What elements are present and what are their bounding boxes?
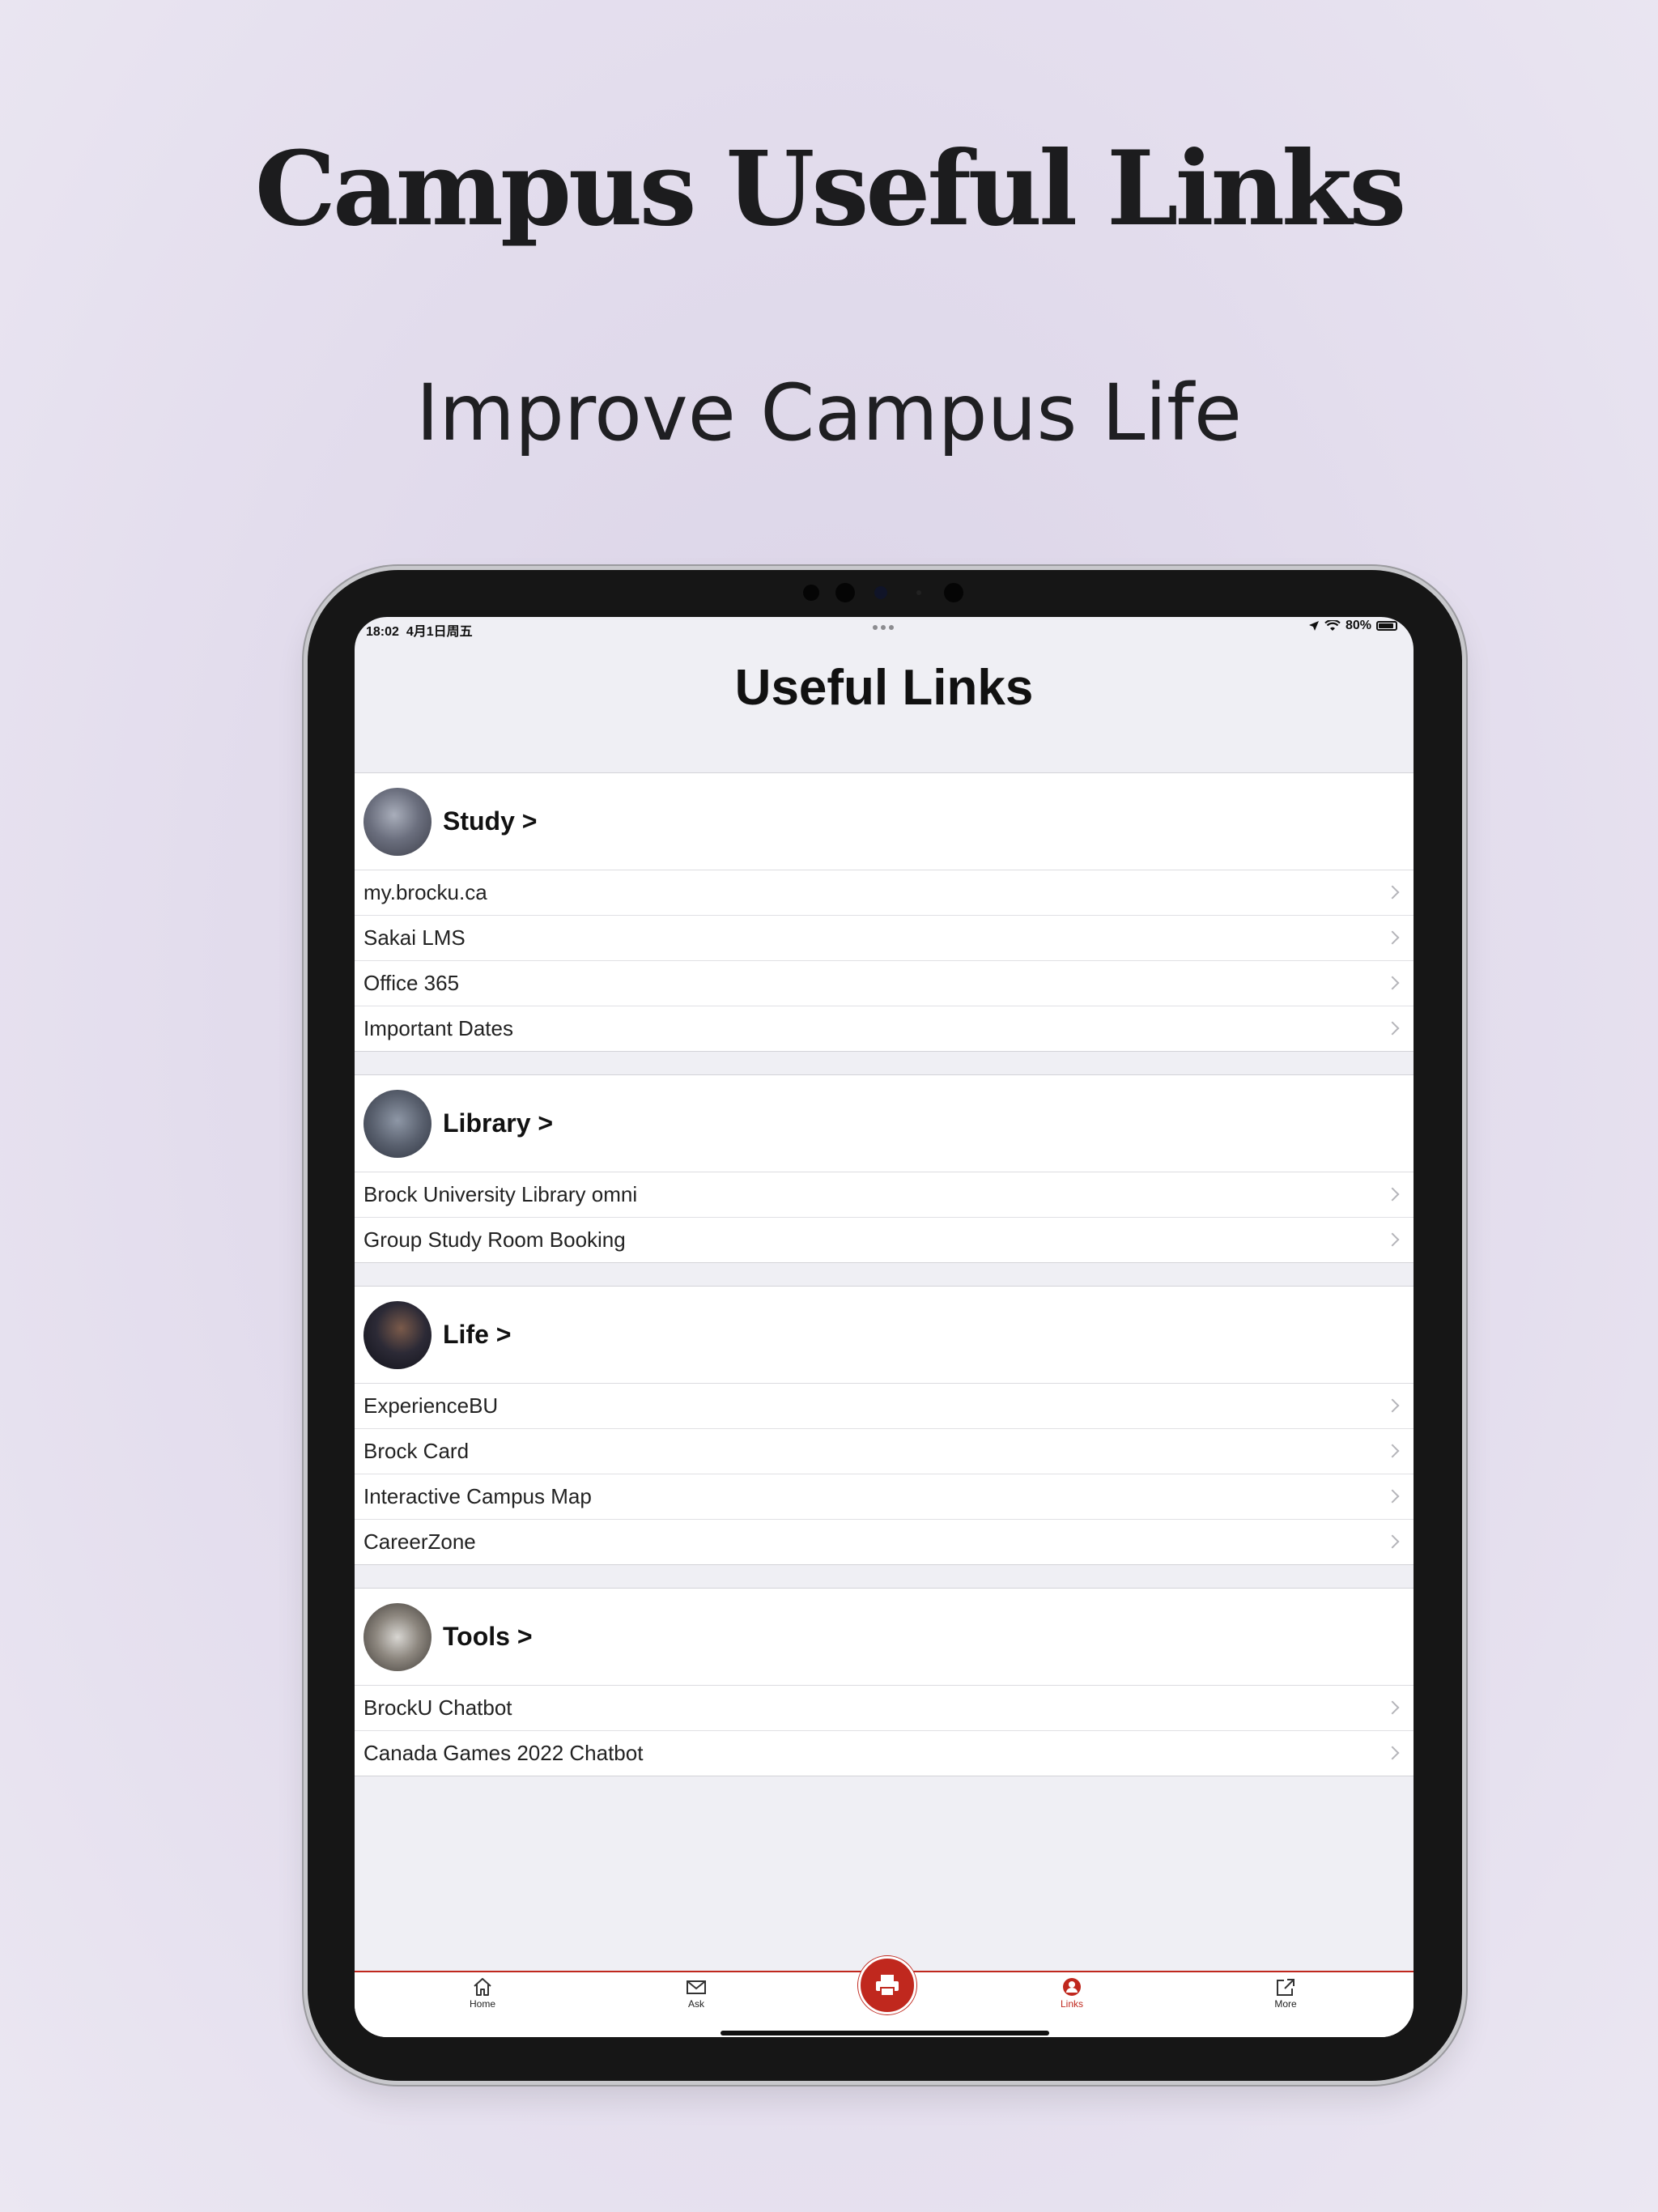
- chevron-right-icon: [1385, 1398, 1400, 1412]
- link-row[interactable]: Brock Card: [355, 1428, 1414, 1474]
- link-label: ExperienceBU: [363, 1393, 499, 1418]
- section-header-study[interactable]: Study >: [355, 773, 1414, 870]
- chevron-right-icon: [1385, 1232, 1400, 1246]
- external-link-icon: [1277, 1979, 1295, 1996]
- tab-more[interactable]: More: [1237, 1977, 1334, 2010]
- chevron-right-icon: [1385, 1534, 1400, 1548]
- link-row[interactable]: Canada Games 2022 Chatbot: [355, 1730, 1414, 1776]
- center-action-button[interactable]: [858, 1956, 916, 2014]
- link-label: CareerZone: [363, 1529, 476, 1554]
- link-label: BrockU Chatbot: [363, 1695, 512, 1720]
- section-title: Study >: [443, 806, 538, 836]
- status-bar: 18:02 4月1日周五 80%: [355, 617, 1414, 639]
- link-label: Interactive Campus Map: [363, 1484, 592, 1508]
- link-row[interactable]: BrockU Chatbot: [355, 1686, 1414, 1730]
- links-list: Study > my.brocku.ca Sakai LMS Office 36…: [355, 772, 1414, 1799]
- section-study: Study > my.brocku.ca Sakai LMS Office 36…: [355, 772, 1414, 1052]
- multitasking-handle[interactable]: [873, 625, 894, 630]
- link-row[interactable]: Office 365: [355, 960, 1414, 1006]
- chevron-right-icon: [1385, 1444, 1400, 1457]
- life-thumbnail: [363, 1300, 432, 1369]
- link-label: Group Study Room Booking: [363, 1227, 626, 1252]
- section-title: Library >: [443, 1108, 554, 1138]
- link-row[interactable]: my.brocku.ca: [355, 870, 1414, 915]
- printer-icon: [876, 1975, 899, 1997]
- chevron-right-icon: [1385, 1187, 1400, 1201]
- chevron-right-icon: [1385, 1746, 1400, 1759]
- chevron-right-icon: [1385, 1700, 1400, 1714]
- link-label: Office 365: [363, 971, 460, 995]
- volume-up-button: [1462, 674, 1467, 717]
- section-header-life[interactable]: Life >: [355, 1287, 1414, 1384]
- tab-label: More: [1274, 1998, 1297, 2010]
- front-camera: [874, 586, 887, 599]
- section-life: Life > ExperienceBU Brock Card Interacti…: [355, 1286, 1414, 1565]
- subheadline: Improve Campus Life: [416, 368, 1242, 458]
- tab-links[interactable]: Links: [1023, 1977, 1120, 2010]
- link-row[interactable]: CareerZone: [355, 1519, 1414, 1564]
- tab-home[interactable]: Home: [434, 1977, 531, 2010]
- tab-label: Links: [1060, 1998, 1083, 2010]
- link-row[interactable]: Interactive Campus Map: [355, 1474, 1414, 1519]
- date-text: 4月1日周五: [406, 625, 473, 639]
- library-thumbnail: [363, 1089, 432, 1158]
- link-row[interactable]: Sakai LMS: [355, 915, 1414, 960]
- chevron-right-icon: [1385, 1021, 1400, 1035]
- sensor-dot: [944, 583, 963, 602]
- section-title: Life >: [443, 1320, 512, 1349]
- tab-label: Home: [469, 1998, 495, 2010]
- volume-down-button: [1462, 729, 1467, 772]
- link-row[interactable]: ExperienceBU: [355, 1384, 1414, 1428]
- link-label: Brock Card: [363, 1439, 470, 1463]
- sensor-dot: [803, 585, 819, 601]
- chevron-right-icon: [1385, 1489, 1400, 1503]
- status-time: 18:02 4月1日周五: [366, 620, 473, 640]
- app-screen: 18:02 4月1日周五 80% Useful Links Study > my…: [355, 617, 1414, 2037]
- home-indicator[interactable]: [721, 2031, 1049, 2035]
- sensor-dot: [916, 590, 921, 595]
- link-label: Canada Games 2022 Chatbot: [363, 1741, 644, 1765]
- wifi-icon: [1324, 620, 1341, 631]
- envelope-icon: [687, 1980, 706, 1994]
- section-header-library[interactable]: Library >: [355, 1075, 1414, 1172]
- link-label: my.brocku.ca: [363, 880, 487, 904]
- time-text: 18:02: [366, 625, 399, 639]
- sensor-dot: [835, 583, 855, 602]
- section-title: Tools >: [443, 1622, 533, 1651]
- house-icon: [474, 1978, 491, 1996]
- chevron-right-icon: [1385, 885, 1400, 899]
- link-row[interactable]: Brock University Library omni: [355, 1172, 1414, 1217]
- section-header-tools[interactable]: Tools >: [355, 1589, 1414, 1686]
- chevron-right-icon: [1385, 976, 1400, 989]
- location-arrow-icon: [1308, 621, 1319, 631]
- link-label: Sakai LMS: [363, 925, 466, 950]
- headline: Campus Useful Links: [254, 129, 1407, 249]
- study-thumbnail: [363, 787, 432, 856]
- person-circle-icon: [1063, 1978, 1081, 1996]
- chevron-right-icon: [1385, 930, 1400, 944]
- status-indicators: 80%: [1308, 619, 1397, 633]
- battery-percent: 80%: [1345, 619, 1371, 632]
- tools-thumbnail: [363, 1602, 432, 1671]
- section-tools: Tools > BrockU Chatbot Canada Games 2022…: [355, 1588, 1414, 1776]
- link-row[interactable]: Group Study Room Booking: [355, 1217, 1414, 1262]
- link-label: Important Dates: [363, 1016, 513, 1040]
- section-library: Library > Brock University Library omni …: [355, 1074, 1414, 1263]
- link-row[interactable]: Important Dates: [355, 1006, 1414, 1051]
- tab-label: Ask: [687, 1998, 704, 2010]
- tab-ask[interactable]: Ask: [648, 1977, 745, 2010]
- page-title: Useful Links: [734, 660, 1034, 716]
- link-label: Brock University Library omni: [363, 1182, 638, 1206]
- battery-icon: [1376, 621, 1397, 631]
